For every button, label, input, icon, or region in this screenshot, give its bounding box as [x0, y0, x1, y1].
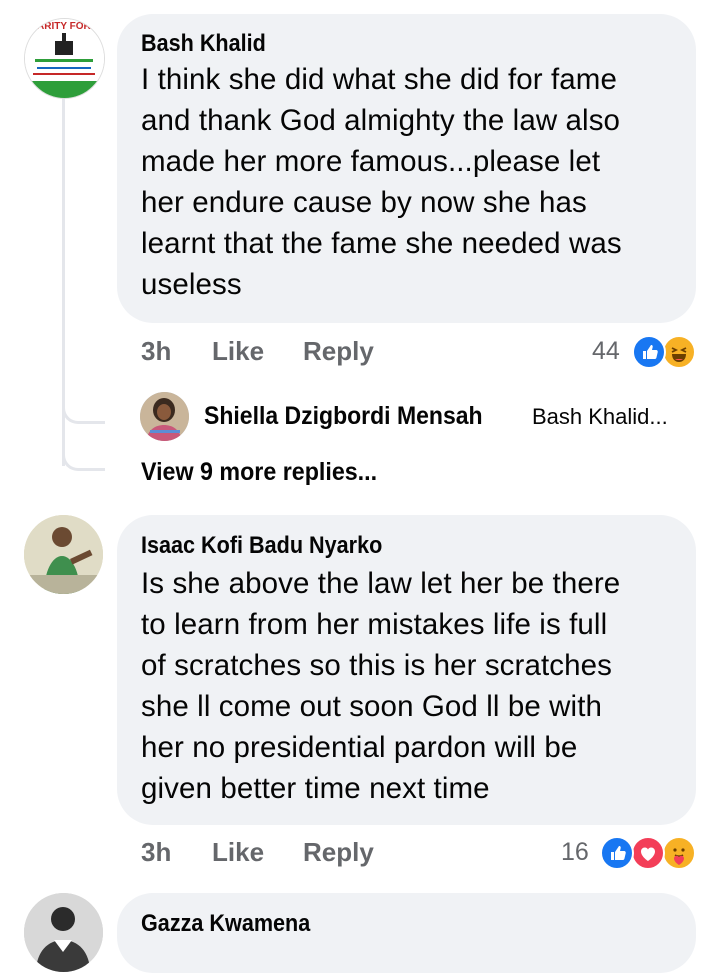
- reply-button[interactable]: Reply: [303, 336, 374, 367]
- comment-line: her endure cause by now she has: [141, 186, 587, 219]
- reaction-count[interactable]: 44: [592, 337, 620, 366]
- comment-line: and thank God almighty the law also: [141, 104, 621, 137]
- comment-author[interactable]: Bash Khalid: [141, 28, 266, 60]
- comment-line: made her more famous...please let: [141, 145, 601, 178]
- comment-line: she ll come out soon God ll be with: [141, 690, 602, 723]
- comment-author[interactable]: Isaac Kofi Badu Nyarko: [141, 530, 382, 562]
- comment-line: her no presidential pardon will be: [141, 731, 578, 764]
- person-photo-icon: [24, 893, 103, 972]
- comment-text: I think she did what she did for fame an…: [141, 59, 701, 305]
- comment-line: to learn from her mistakes life is full: [141, 608, 608, 641]
- comment-bubble[interactable]: Gazza Kwamena: [117, 893, 696, 973]
- reply-button[interactable]: Reply: [303, 837, 374, 868]
- thread-connector: [62, 442, 105, 471]
- comment-line: of scratches so this is her scratches: [141, 649, 612, 682]
- thread-connector: [62, 395, 105, 424]
- comment-line: useless: [141, 268, 242, 301]
- view-more-replies[interactable]: View 9 more replies...: [141, 458, 377, 487]
- comment-line: Is she above the law let her be there: [141, 567, 621, 600]
- comment-text: Is she above the law let her be there to…: [141, 563, 701, 809]
- person-photo-icon: [140, 392, 189, 441]
- avatar[interactable]: ARITY FOR: [24, 18, 105, 99]
- avatar[interactable]: [24, 893, 103, 972]
- comment-time: 3h: [141, 837, 172, 867]
- reaction-count[interactable]: 16: [561, 838, 589, 867]
- reply-author[interactable]: Shiella Dzigbordi Mensah: [204, 402, 483, 431]
- care-icon: [662, 836, 696, 870]
- like-icon: [632, 335, 666, 369]
- avatar[interactable]: [24, 515, 103, 594]
- reply-snippet[interactable]: Bash Khalid...: [532, 404, 668, 430]
- comment-bubble[interactable]: Bash Khalid I think she did what she did…: [117, 14, 696, 323]
- like-button[interactable]: Like: [212, 837, 264, 868]
- person-photo-icon: [24, 515, 103, 594]
- avatar-logo-text: ARITY FOR: [37, 21, 91, 32]
- avatar[interactable]: [140, 392, 189, 441]
- comment-line: learnt that the fame she needed was: [141, 227, 622, 260]
- love-icon: [631, 836, 665, 870]
- comment-time: 3h: [141, 336, 172, 366]
- comment-line: given better time next time: [141, 772, 490, 805]
- like-icon: [600, 836, 634, 870]
- comment-bubble[interactable]: Isaac Kofi Badu Nyarko Is she above the …: [117, 515, 696, 825]
- comment-line: I think she did what she did for fame: [141, 63, 617, 96]
- comment-author[interactable]: Gazza Kwamena: [141, 908, 310, 940]
- haha-icon: [662, 335, 696, 369]
- like-button[interactable]: Like: [212, 336, 264, 367]
